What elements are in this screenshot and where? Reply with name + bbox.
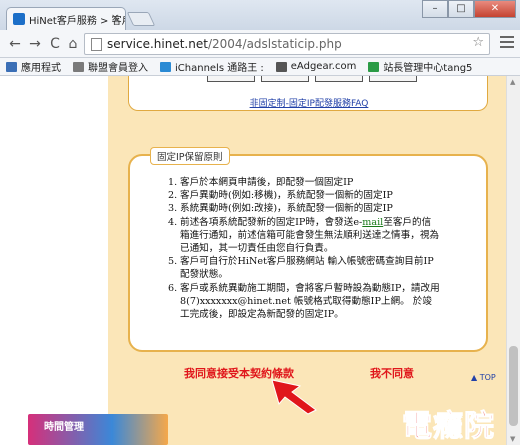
home-button[interactable]: ⌂: [64, 35, 82, 53]
disagree-button[interactable]: 我不同意: [370, 365, 414, 381]
hinet-favicon-icon: [13, 13, 25, 25]
rule-item: 5. 客戶可自行於HiNet客戶服務網站 輸入帳號密碼查詢目前IP配發狀態。: [168, 256, 434, 281]
bookmark-item[interactable]: 聯盟會員登入: [73, 59, 148, 74]
browser-tab[interactable]: HiNet客戶服務 > 客戶服務 ×: [6, 7, 126, 30]
menu-icon[interactable]: [500, 36, 514, 50]
rule-item: 2. 客戶異動時(例如:移機)，系統配發一個新的固定IP: [168, 190, 393, 202]
back-button[interactable]: ←: [6, 35, 24, 53]
browser-toolbar: ← → C ⌂ service.hinet.net/2004/adslstati…: [0, 30, 520, 58]
bookmark-item[interactable]: eAdgear.com: [275, 61, 357, 72]
bookmark-label: 站長管理中心tang5: [383, 63, 473, 74]
browser-title-bar: HiNet客戶服務 > 客戶服務 × – □ ✕: [0, 0, 520, 30]
minimize-button[interactable]: –: [422, 0, 448, 18]
rules-list: 1. 客戶於本網頁申請後，即配發一個固定IP 2. 客戶異動時(例如:移機)，系統配…: [168, 176, 440, 321]
reload-button[interactable]: C: [46, 35, 64, 53]
bookmark-item[interactable]: 站長管理中心tang5: [368, 59, 472, 74]
window-controls: – □ ✕: [422, 0, 516, 18]
ad-banner[interactable]: 時間管理: [28, 414, 168, 445]
address-bar[interactable]: service.hinet.net/2004/adslstaticip.php …: [84, 33, 490, 55]
bookmark-icon: [160, 61, 171, 72]
bookmark-star-icon[interactable]: ☆: [472, 35, 484, 50]
bookmark-item[interactable]: 應用程式: [6, 59, 61, 74]
url-path: /2004/adslstaticip.php: [207, 37, 342, 51]
bookmark-icon: [73, 61, 84, 72]
scroll-up-icon[interactable]: ▲: [510, 78, 515, 86]
page-scrollbar[interactable]: ▲ ▼: [506, 76, 520, 445]
watermark-logo: 電癮院: [402, 409, 495, 445]
bookmark-label: eAdgear.com: [290, 61, 357, 72]
rules-legend: 固定IP保留原則: [150, 147, 230, 165]
dialog-button[interactable]: 連線(C): [207, 76, 255, 82]
url-host: service.hinet.net: [107, 37, 208, 51]
pointer-arrow-icon: [271, 379, 317, 415]
forward-button[interactable]: →: [26, 35, 44, 53]
new-tab-button[interactable]: [126, 12, 156, 26]
bookmark-label: iChannels 通路王 :: [175, 63, 264, 74]
faq-link[interactable]: 非固定制-固定IP配發服務FAQ: [129, 96, 489, 109]
maximize-button[interactable]: □: [448, 0, 474, 18]
dialog-buttons: 連線(C) 取消內容(O) 說明(H): [207, 76, 423, 82]
dialog-button[interactable]: 說明(H): [369, 76, 417, 82]
rule-item: 4. 前述各項系統配發新的固定IP時，會發送e-mail至客戶的信箱進行通知，前述…: [168, 216, 440, 255]
rule-item: 6. 客戶或系統異動施工期間，會將客戶暫時設為動態IP，請改用 8(7)xxxxx…: [168, 282, 440, 321]
rule-item: 1. 客戶於本網頁申請後，即配發一個固定IP: [168, 177, 354, 188]
banner-text: 時間管理: [44, 422, 84, 433]
connection-dialog-box: 連線(C) 取消內容(O) 說明(H) 非固定制-固定IP配發服務FAQ: [128, 76, 488, 111]
rules-box: 固定IP保留原則 1. 客戶於本網頁申請後，即配發一個固定IP 2. 客戶異動時(例…: [128, 147, 488, 352]
bookmark-label: 聯盟會員登入: [88, 63, 148, 74]
bookmarks-bar: 應用程式 聯盟會員登入 iChannels 通路王 : eAdgear.com 站長管理…: [0, 58, 520, 76]
bookmark-icon: [275, 61, 287, 72]
bookmark-item[interactable]: iChannels 通路王 :: [160, 59, 264, 74]
scroll-thumb[interactable]: [509, 346, 518, 426]
dialog-button[interactable]: 內容(O): [315, 76, 363, 82]
scroll-down-icon[interactable]: ▼: [510, 435, 515, 443]
bookmark-icon: [368, 61, 380, 72]
rule-item: 3. 系統異動時(例如:改接)，系統配發一個新的固定IP: [168, 203, 393, 215]
back-to-top-link[interactable]: ▲ TOP: [471, 373, 496, 382]
tab-close-icon[interactable]: ×: [111, 11, 120, 24]
dialog-button[interactable]: 取消: [261, 76, 309, 82]
page-viewport: 連線(C) 取消內容(O) 說明(H) 非固定制-固定IP配發服務FAQ 固定IP保…: [0, 76, 506, 445]
mail-link[interactable]: mail: [362, 217, 383, 228]
close-window-button[interactable]: ✕: [474, 0, 516, 18]
bookmark-icon: [6, 61, 17, 72]
bookmark-label: 應用程式: [21, 63, 61, 74]
page-icon: [91, 38, 102, 51]
